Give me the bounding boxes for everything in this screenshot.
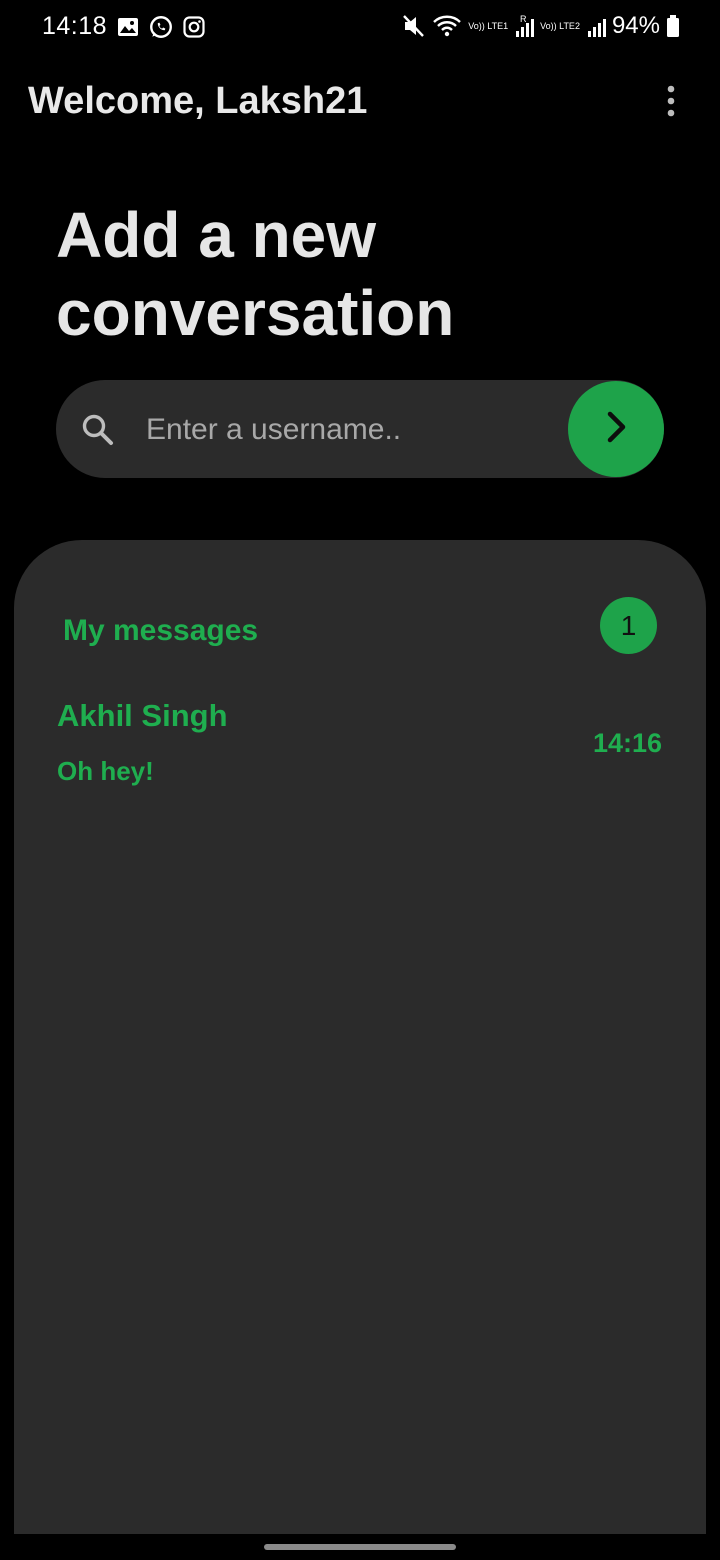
- conversation-item[interactable]: Akhil Singh Oh hey! 14:16: [40, 690, 680, 800]
- battery-icon: [666, 14, 680, 38]
- page-title-line1: Add a new: [56, 199, 377, 271]
- sim2-label: Vo)) LTE2: [540, 21, 580, 31]
- messages-heading: My messages: [63, 614, 259, 647]
- navigation-gesture-bar[interactable]: [264, 1544, 456, 1550]
- message-preview: Oh hey!: [57, 756, 154, 786]
- search-icon: [80, 412, 116, 448]
- username-input[interactable]: [146, 406, 546, 454]
- unread-count-badge: 1: [600, 597, 657, 654]
- instagram-icon: [182, 15, 206, 39]
- system-status: Vo)) LTE1 R Vo)) LTE2 94%: [402, 12, 680, 40]
- notification-icons: [116, 14, 206, 40]
- sim1-label: Vo)) LTE1: [468, 21, 509, 31]
- signal1-icon: R: [514, 14, 535, 38]
- page-title-line2: conversation: [56, 277, 455, 349]
- whatsapp-icon: [148, 14, 174, 40]
- gallery-icon: [116, 15, 140, 39]
- svg-text:R: R: [520, 14, 527, 24]
- more-vertical-icon: [666, 85, 676, 122]
- status-time: 14:18: [42, 12, 108, 40]
- status-bar: 14:18 Vo)) LTE1 R Vo)) LTE2 94%: [0, 0, 720, 56]
- welcome-title: Welcome, Laksh21: [28, 80, 368, 122]
- wifi-icon: [432, 13, 462, 39]
- signal2-icon: [586, 14, 606, 38]
- overflow-menu-button[interactable]: [654, 82, 688, 124]
- chevron-right-icon: [601, 409, 631, 450]
- start-conversation-button[interactable]: [568, 381, 664, 477]
- page-title: Add a new conversation: [56, 196, 656, 352]
- battery-percent: 94%: [611, 12, 660, 39]
- contact-name: Akhil Singh: [57, 698, 228, 733]
- mute-icon: [402, 13, 426, 39]
- message-time: 14:16: [592, 728, 662, 758]
